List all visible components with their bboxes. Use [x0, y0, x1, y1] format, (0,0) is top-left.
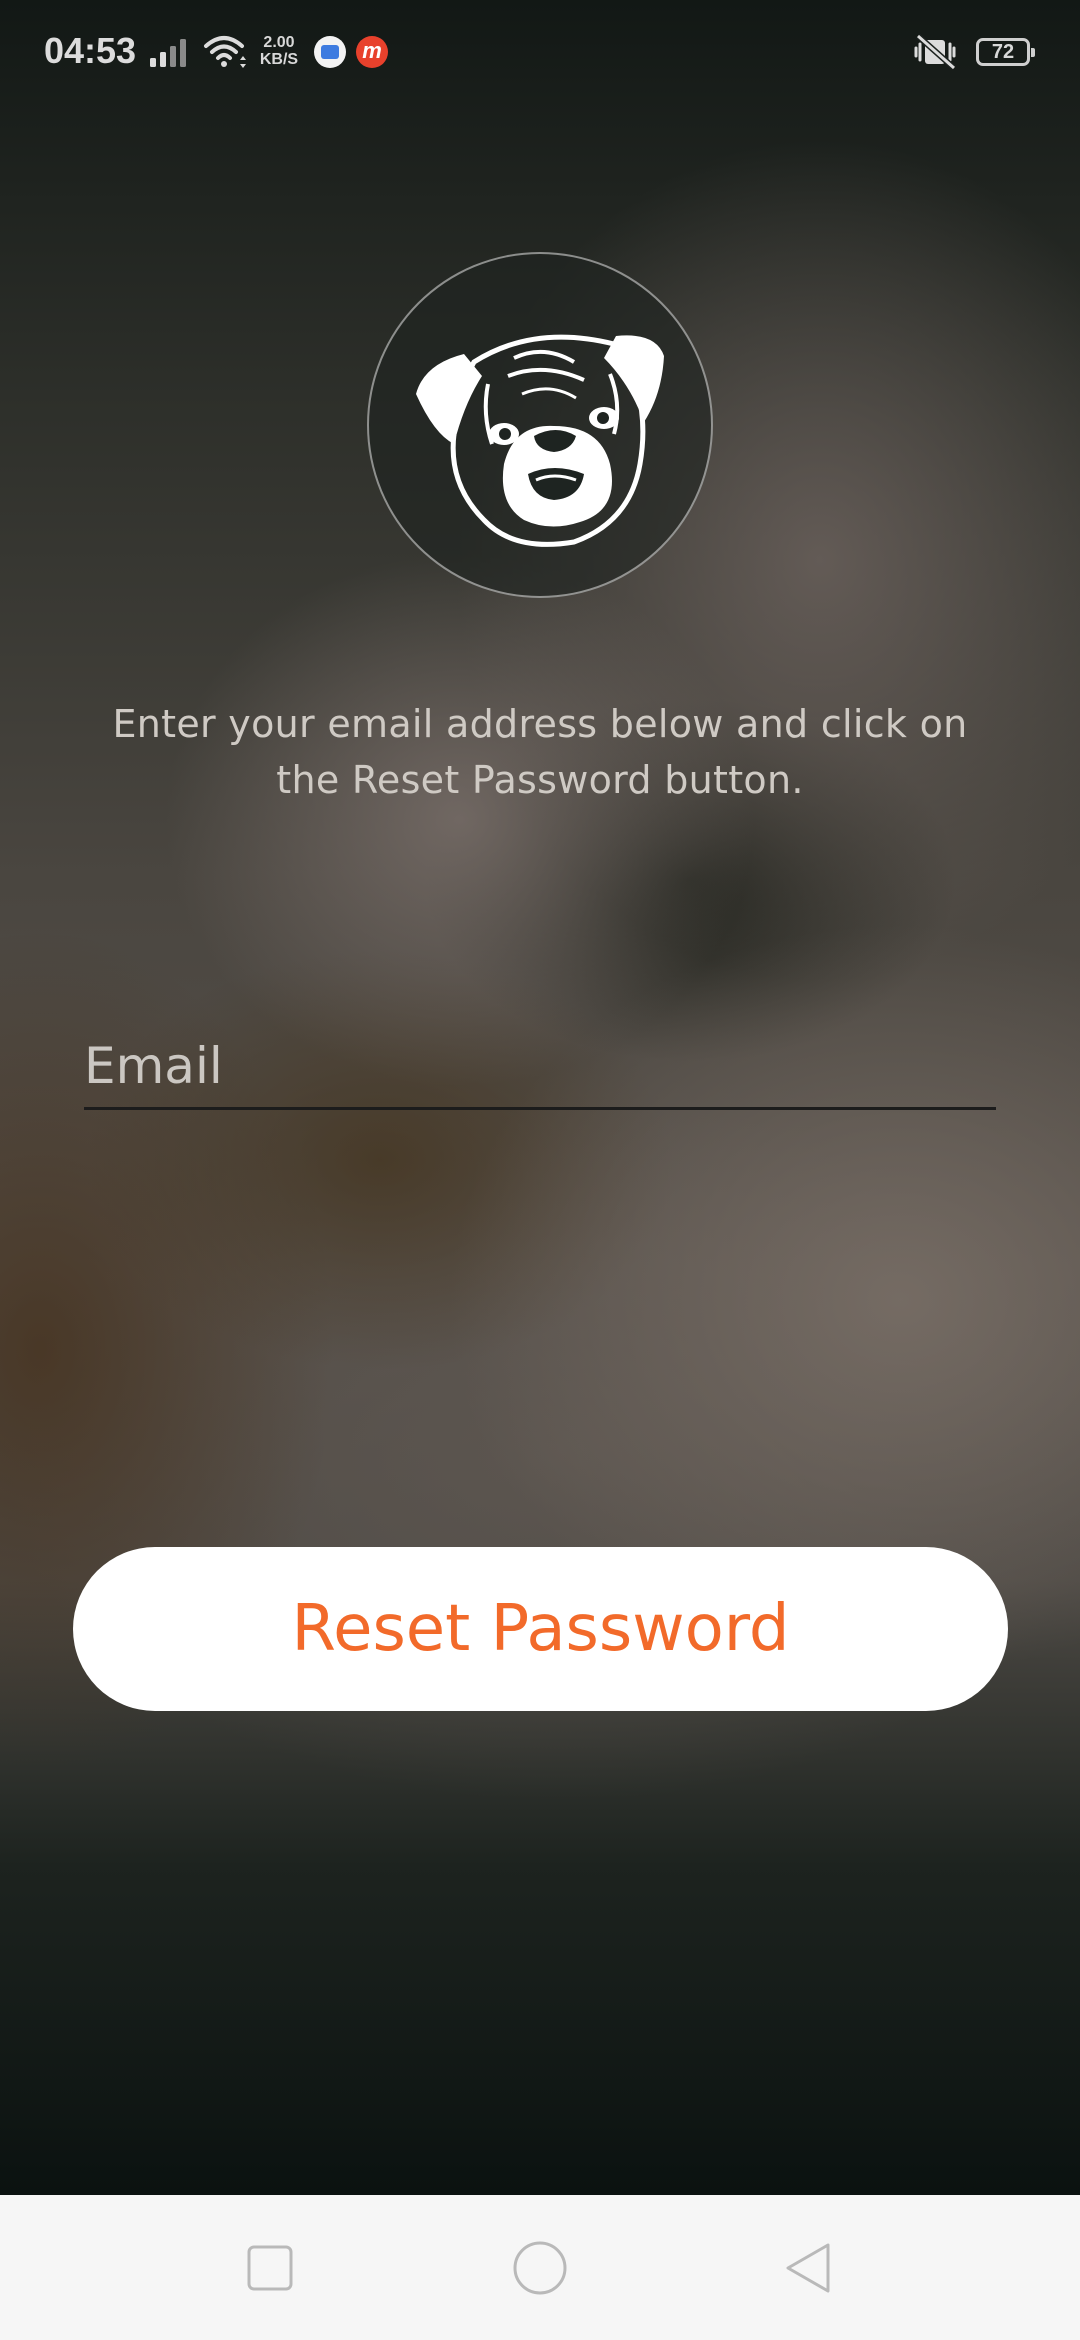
instruction-text: Enter your email address below and click…	[112, 702, 968, 802]
wifi-icon	[204, 36, 246, 68]
app-logo	[367, 252, 713, 598]
reset-password-screen: 04:53 2.00 KB/S m 72 Enter your email ad…	[0, 0, 1080, 2340]
battery-indicator: 72	[976, 38, 1035, 66]
status-time: 04:53	[44, 30, 137, 71]
email-field[interactable]	[84, 1026, 996, 1106]
m-app-icon-letter: m	[362, 38, 382, 63]
network-speed-unit: KB/S	[259, 51, 299, 68]
m-app-icon: m	[356, 36, 388, 68]
gboard-icon	[314, 36, 346, 68]
vibrate-mute-icon	[914, 34, 956, 70]
network-speed-value: 2.00	[263, 34, 295, 51]
network-speed: 2.00 KB/S	[256, 34, 302, 68]
reset-password-button[interactable]: Reset Password	[73, 1547, 1008, 1711]
cellular-signal-icon	[150, 39, 186, 67]
back-icon[interactable]	[780, 2240, 840, 2296]
home-icon[interactable]	[510, 2240, 570, 2296]
recents-icon[interactable]	[240, 2240, 300, 2296]
email-field-container	[84, 1026, 996, 1110]
pug-face-icon	[416, 334, 664, 547]
status-bar: 04:53 2.00 KB/S m 72	[0, 0, 1080, 84]
